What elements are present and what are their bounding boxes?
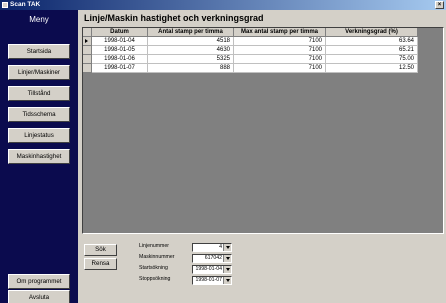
startsida-button[interactable]: Startsida [8, 44, 70, 59]
column-header-verkningsgrad[interactable]: Verkningsgrad (%) [326, 28, 418, 37]
line-number-label: Linjenummer [139, 243, 169, 249]
row-selector[interactable] [83, 46, 92, 55]
maskinhastighet-button[interactable]: Maskinhastighet [8, 149, 70, 164]
sidebar: Meny Startsida Linjer/Maskiner Tillstånd… [0, 10, 78, 303]
start-search-value: 1998-01-04 [195, 266, 222, 272]
clear-button[interactable]: Rensa [84, 258, 117, 270]
about-button[interactable]: Om programmet [8, 274, 70, 289]
machine-number-label: Maskinnummer [139, 254, 175, 260]
row-selector[interactable] [83, 55, 92, 64]
cell-antal[interactable]: 5325 [148, 55, 234, 64]
cell-datum[interactable]: 1998-01-06 [92, 55, 148, 64]
cell-verkningsgrad[interactable]: 63.64 [326, 37, 418, 46]
cell-max[interactable]: 7100 [234, 64, 326, 73]
page-title: Linje/Maskin hastighet och verkningsgrad [84, 13, 264, 23]
close-icon[interactable]: × [435, 1, 444, 9]
title-bar: Scan TAK × [0, 0, 446, 10]
quit-button[interactable]: Avsluta [8, 290, 70, 303]
app-icon [2, 2, 8, 8]
stop-search-value: 1998-01-07 [195, 277, 222, 283]
cell-max[interactable]: 7100 [234, 55, 326, 64]
row-selector[interactable] [83, 64, 92, 73]
menu-title: Meny [29, 15, 49, 24]
column-header-antal[interactable]: Antal stamp per timma [148, 28, 234, 37]
machine-number-value: 617042 [204, 255, 222, 261]
cell-datum[interactable]: 1998-01-05 [92, 46, 148, 55]
search-button[interactable]: Sök [84, 244, 117, 256]
cell-datum[interactable]: 1998-01-04 [92, 37, 148, 46]
tidsschema-button[interactable]: Tidsschema [8, 107, 70, 122]
data-grid[interactable]: Datum Antal stamp per timma Max antal st… [82, 27, 444, 234]
tillstand-button[interactable]: Tillstånd [8, 86, 70, 101]
window-title: Scan TAK [10, 1, 41, 8]
linjestatus-button[interactable]: Linjestatus [8, 128, 70, 143]
cell-max[interactable]: 7100 [234, 46, 326, 55]
start-search-label: Startsökning [139, 265, 168, 271]
machine-number-field[interactable]: 617042 [192, 254, 232, 263]
cell-antal[interactable]: 888 [148, 64, 234, 73]
start-search-field[interactable]: 1998-01-04 [192, 265, 232, 274]
stop-search-field[interactable]: 1998-01-07 [192, 276, 232, 285]
chevron-down-icon[interactable] [223, 255, 231, 262]
cell-verkningsgrad[interactable]: 12.50 [326, 64, 418, 73]
cell-max[interactable]: 7100 [234, 37, 326, 46]
cell-verkningsgrad[interactable]: 65.21 [326, 46, 418, 55]
chevron-down-icon[interactable] [223, 244, 231, 251]
cell-antal[interactable]: 4518 [148, 37, 234, 46]
stop-search-label: Stoppsökning [139, 276, 171, 282]
cell-antal[interactable]: 4630 [148, 46, 234, 55]
column-header-datum[interactable]: Datum [92, 28, 148, 37]
row-selector-header [83, 28, 92, 37]
line-number-value: 4 [219, 244, 222, 250]
current-row-icon [85, 39, 88, 43]
line-number-field[interactable]: 4 [192, 243, 232, 252]
column-header-max[interactable]: Max antal stamp per timma [234, 28, 326, 37]
linjer-maskiner-button[interactable]: Linjer/Maskiner [8, 65, 70, 80]
row-selector[interactable] [83, 37, 92, 46]
cell-datum[interactable]: 1998-01-07 [92, 64, 148, 73]
chevron-down-icon[interactable] [223, 277, 231, 284]
cell-verkningsgrad[interactable]: 75.00 [326, 55, 418, 64]
chevron-down-icon[interactable] [223, 266, 231, 273]
